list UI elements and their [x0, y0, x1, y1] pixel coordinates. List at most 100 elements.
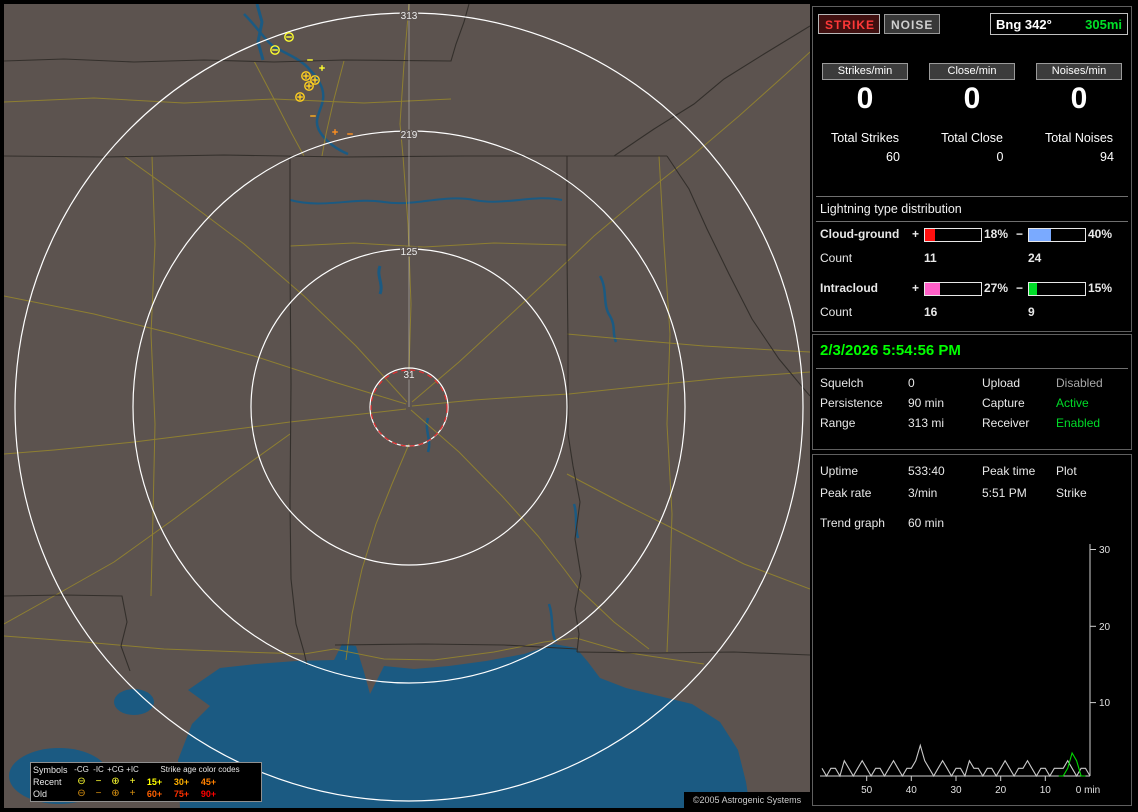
legend-symbols-header: Symbols: [33, 765, 68, 775]
pos-ic-recent-icon: +: [129, 776, 136, 787]
total-strikes-label: Total Strikes: [830, 131, 900, 145]
ic-negative-count: 9: [1028, 305, 1035, 319]
upload-status: Disabled: [1056, 376, 1103, 390]
ic-negative-pct: 15%: [1088, 281, 1113, 295]
strikes-per-min-value: 0: [856, 82, 874, 115]
status-panel: STRIKE NOISE Bng 342° 305mi Strikes/min …: [812, 6, 1134, 806]
noise-indicator-button[interactable]: NOISE: [884, 14, 940, 34]
squelch-value: 0: [908, 376, 915, 390]
age-60: 60+: [146, 789, 163, 799]
cg-positive-bar: [924, 228, 982, 242]
strike-indicator-button[interactable]: STRIKE: [818, 14, 880, 34]
ic-positive-count: 16: [924, 305, 938, 319]
peak-rate-label: Peak rate: [820, 486, 872, 500]
ic-count-row: Count 16 9: [820, 305, 1126, 321]
total-noises-value: 94: [1100, 150, 1114, 164]
cg-positive-pct: 18%: [984, 227, 1009, 241]
pos-ic-old-icon: +: [129, 788, 136, 799]
count-label: Count: [820, 251, 853, 265]
uptime-value: 533:40: [908, 464, 945, 478]
bearing-readout: Bng 342° 305mi: [990, 13, 1128, 35]
cloud-ground-label: Cloud-ground: [820, 227, 900, 241]
ic-negative-bar: [1028, 282, 1086, 296]
trend-window-value: 60 min: [908, 516, 945, 530]
datetime-display: 2/3/2026 5:54:56 PM: [820, 342, 961, 359]
legend-col-pos-cg: +CG: [107, 765, 124, 774]
plot-value: Strike: [1056, 486, 1087, 500]
distribution-title: Lightning type distribution: [820, 202, 962, 216]
bearing-value: Bng 342°: [996, 16, 1052, 32]
separator: [816, 368, 1128, 369]
age-15: 15+: [146, 777, 163, 787]
neg-cg-old-icon: ⊖: [77, 788, 86, 799]
ic-positive-bar: [924, 282, 982, 296]
uptime-row: Uptime 533:40 Peak time Plot: [820, 464, 1126, 480]
trend-graph-row: Trend graph 60 min: [820, 516, 1126, 532]
capture-status: Active: [1056, 396, 1089, 410]
upload-label: Upload: [982, 376, 1021, 390]
x-tick-40: 40: [906, 785, 918, 796]
pos-cg-old-icon: ⊕: [111, 788, 120, 799]
persistence-row: Persistence 90 min Capture Active: [820, 396, 1126, 412]
age-90: 90+: [200, 789, 217, 799]
legend-col-neg-cg: -CG: [74, 765, 89, 774]
squelch-label: Squelch: [820, 376, 864, 390]
cg-negative-bar: [1028, 228, 1086, 242]
separator: [816, 196, 1128, 197]
plot-label: Plot: [1056, 464, 1077, 478]
copyright: ©2005 Astrogenic Systems: [684, 792, 810, 808]
minus-sign: −: [1016, 281, 1024, 295]
total-noises-label: Total Noises: [1044, 131, 1114, 145]
x-tick-50: 50: [861, 785, 873, 796]
count-label: Count: [820, 305, 853, 319]
trend-series-layer: [821, 743, 1091, 778]
cg-negative-count: 24: [1028, 251, 1042, 265]
total-close-value: 0: [996, 150, 1004, 164]
close-per-min-button[interactable]: Close/min: [929, 63, 1015, 80]
strikes-per-min-button[interactable]: Strikes/min: [822, 63, 908, 80]
legend-recent-row: Recent ⊖ − ⊕ + 15+ 30+ 45+: [33, 776, 259, 788]
ic-negative-bar-fill: [1029, 283, 1038, 295]
x-tick-0-min: 0 min: [1076, 785, 1100, 796]
persistence-label: Persistence: [820, 396, 883, 410]
map-canvas[interactable]: 313 219 125 31: [4, 4, 810, 808]
total-close-label: Total Close: [941, 131, 1003, 145]
separator: [816, 221, 1128, 222]
ring-label-313: 313: [401, 11, 418, 22]
intracloud-label: Intracloud: [820, 281, 879, 295]
noises-per-min-button[interactable]: Noises/min: [1036, 63, 1122, 80]
y-tick-10: 10: [1099, 698, 1111, 709]
squelch-row: Squelch 0 Upload Disabled: [820, 376, 1126, 392]
range-value: 313 mi: [908, 416, 945, 430]
plus-sign: +: [912, 227, 920, 241]
legend-col-neg-ic: -IC: [93, 765, 104, 774]
ic-positive-pct: 27%: [984, 281, 1009, 295]
noises-per-min-value: 0: [1070, 82, 1088, 115]
legend-header-row: Symbols -CG -IC +CG +IC Strike age color…: [33, 764, 259, 776]
close-per-min-value: 0: [963, 82, 981, 115]
ring-label-31: 31: [403, 370, 415, 381]
x-tick-30: 30: [950, 785, 962, 796]
range-label: Range: [820, 416, 856, 430]
intracloud-row: Intracloud + 27% − 15%: [820, 281, 1126, 297]
bearing-distance: 305mi: [1085, 16, 1122, 32]
map-legend: Symbols -CG -IC +CG +IC Strike age color…: [30, 762, 262, 802]
minus-sign: −: [1016, 227, 1024, 241]
cg-negative-pct: 40%: [1088, 227, 1113, 241]
legend-recent-label: Recent: [33, 777, 62, 787]
cg-negative-bar-fill: [1029, 229, 1052, 241]
y-tick-30: 30: [1099, 545, 1111, 556]
app-window: 313 219 125 31 Symbols -CG -IC +CG +IC S…: [0, 0, 1138, 812]
lightning-map[interactable]: 313 219 125 31 Symbols -CG -IC +CG +IC S…: [4, 4, 810, 808]
trend-series-strikes_per_min: [1058, 751, 1086, 777]
range-row: Range 313 mi Receiver Enabled: [820, 416, 1126, 432]
legend-age-header: Strike age color codes: [160, 765, 240, 774]
cg-count-row: Count 11 24: [820, 251, 1126, 267]
peak-time-label: Peak time: [982, 464, 1036, 478]
ic-positive-bar-fill: [925, 283, 941, 295]
peak-rate-value: 3/min: [908, 486, 938, 500]
neg-cg-recent-icon: ⊖: [77, 776, 86, 787]
peak-time-value: 5:51 PM: [982, 486, 1027, 500]
ring-label-125: 125: [401, 247, 418, 258]
total-strikes-value: 60: [886, 150, 900, 164]
